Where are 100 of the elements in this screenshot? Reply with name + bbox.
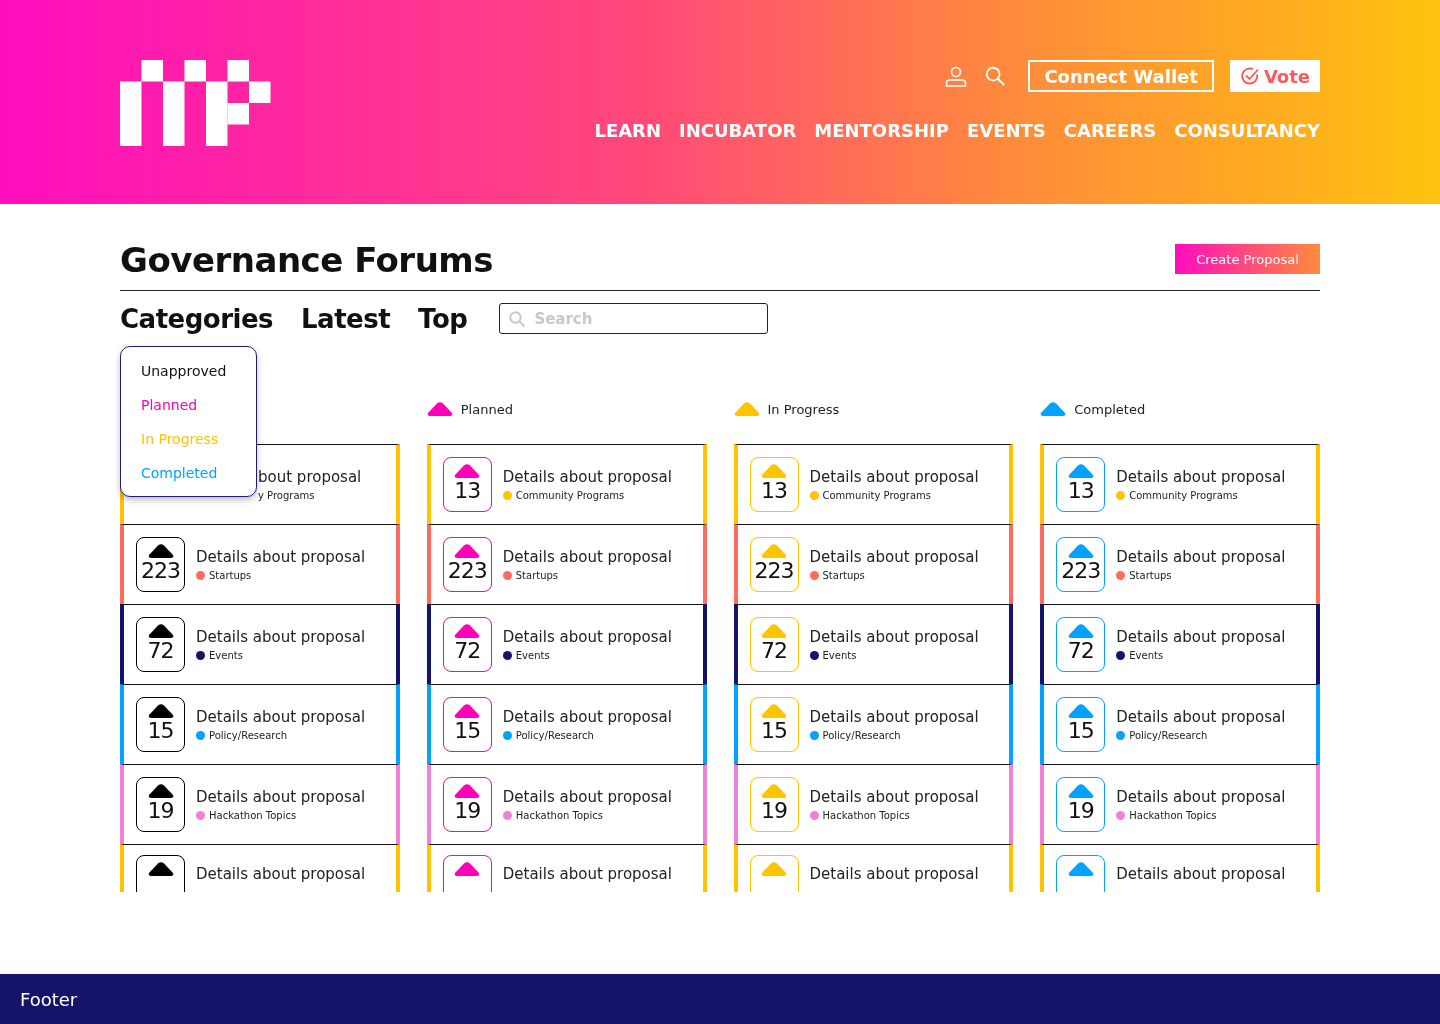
proposal-card[interactable]: 15 Details about proposal Policy/Research [120,684,400,764]
vote-box[interactable]: 19 [136,777,185,832]
triangle-icon [1067,464,1094,478]
dropdown-item[interactable]: Planned [141,395,256,416]
proposal-card[interactable]: 13 Details about proposal Community Programs [426,444,707,524]
vote-box[interactable]: 223 [442,537,492,592]
vote-box[interactable]: 15 [1056,697,1106,752]
tab[interactable]: Latest [301,303,391,334]
category-dot [502,571,512,580]
triangle-icon [1040,402,1067,416]
proposal-card[interactable]: Details about proposal [1040,844,1320,892]
triangle-icon [1067,624,1094,638]
proposal-card[interactable]: Details about proposal [733,844,1014,892]
vote-box[interactable]: 13 [749,457,799,512]
vote-count: 19 [761,798,787,824]
proposal-title: Details about proposal [1116,788,1286,806]
proposal-card[interactable]: 15 Details about proposal Policy/Research [733,684,1014,764]
dropdown-item[interactable]: Unapproved [141,361,256,382]
vote-box[interactable]: 15 [442,697,492,752]
proposal-card[interactable]: 19 Details about proposal Hackathon Topics [120,764,400,844]
category-label: Startups [1129,570,1172,581]
proposal-card[interactable]: 19 Details about proposal Hackathon Topics [1040,764,1320,844]
proposal-title: Details about proposal [196,628,366,646]
proposal-title: Details about proposal [196,788,366,806]
proposal-card[interactable]: 72 Details about proposal Events [1040,604,1320,684]
proposal-title: Details about proposal [502,708,672,726]
vote-box[interactable]: 223 [136,537,185,592]
vote-box[interactable]: 13 [1056,457,1106,512]
proposal-card[interactable]: 15 Details about proposal Policy/Research [426,684,707,764]
proposal-title: bout proposal [258,468,362,486]
category-label: Policy/Research [1129,730,1208,741]
triangle-icon [454,624,481,638]
check-circle-icon [1239,66,1260,86]
vote-count: 223 [754,558,794,584]
vote-box[interactable]: 15 [749,697,799,752]
search-icon[interactable] [984,65,1007,87]
proposal-card[interactable]: 223 Details about proposal Startups [426,524,707,604]
proposal-card[interactable]: 15 Details about proposal Policy/Research [1040,684,1320,764]
category-dot [1116,571,1126,580]
footer-text: Footer [20,988,78,1010]
proposal-title: Details about proposal [196,708,366,726]
vote-box[interactable]: 223 [749,537,799,592]
proposal-card[interactable]: 223 Details about proposal Startups [733,524,1014,604]
proposal-card[interactable]: 19 Details about proposal Hackathon Topics [426,764,707,844]
category-dot [809,571,819,580]
proposal-title: Details about proposal [1116,548,1286,566]
proposal-title: Details about proposal [809,865,979,883]
triangle-icon [454,544,481,558]
proposal-card[interactable]: 223 Details about proposal Startups [120,524,400,604]
triangle-icon [147,862,174,876]
vote-count: 19 [454,798,481,824]
category-label: Policy/Research [822,730,901,741]
proposal-card[interactable]: 223 Details about proposal Startups [1040,524,1320,604]
triangle-icon [733,402,760,416]
category-dot [196,571,205,580]
triangle-icon [1067,544,1094,558]
proposal-title: Details about proposal [809,708,979,726]
proposal-card[interactable]: 72 Details about proposal Events [120,604,400,684]
vote-box[interactable]: 15 [136,697,185,752]
vote-box[interactable]: 72 [749,617,799,672]
proposal-title: Details about proposal [809,548,979,566]
vote-count: 19 [147,798,174,824]
triangle-icon [454,704,481,718]
vote-count: 15 [454,718,481,744]
vote-box[interactable]: 72 [136,617,185,672]
proposal-card[interactable]: Details about proposal [120,844,400,892]
proposal-card[interactable]: 72 Details about proposal Events [733,604,1014,684]
category-dot [1116,811,1126,820]
category-dot [809,651,819,660]
search-icon [508,309,527,328]
proposal-card[interactable]: Details about proposal [426,844,707,892]
tab[interactable]: Categories [120,303,273,334]
category-label: Events [822,650,857,661]
proposal-title: Details about proposal [1116,628,1286,646]
vote-box[interactable]: 19 [442,777,492,832]
proposal-card[interactable]: 19 Details about proposal Hackathon Topics [733,764,1014,844]
vote-box[interactable]: 72 [1056,617,1106,672]
triangle-icon [454,784,481,798]
proposal-card[interactable]: 13 Details about proposal Community Programs [733,444,1014,524]
category-dot [196,651,205,660]
vote-box[interactable]: 13 [442,457,492,512]
logo[interactable] [120,60,271,146]
proposal-card[interactable]: 72 Details about proposal Events [426,604,707,684]
vote-box[interactable]: 223 [1056,537,1106,592]
triangle-icon [147,624,174,638]
vote-count: 13 [761,478,787,504]
vote-box[interactable]: 72 [442,617,492,672]
user-icon[interactable] [944,64,969,88]
proposal-title: Details about proposal [809,628,979,646]
vote-box[interactable]: 19 [1056,777,1106,832]
proposal-title: Details about proposal [1116,468,1286,486]
proposal-card[interactable]: 13 Details about proposal Community Programs [1040,444,1320,524]
category-dot [196,731,205,740]
vote-count: 72 [454,638,481,664]
vote-count: 72 [761,638,787,664]
vote-box[interactable]: 19 [749,777,799,832]
proposal-title: Details about proposal [502,865,672,883]
triangle-icon [761,784,787,798]
tab[interactable]: Top [418,303,468,334]
triangle-icon [147,544,174,558]
